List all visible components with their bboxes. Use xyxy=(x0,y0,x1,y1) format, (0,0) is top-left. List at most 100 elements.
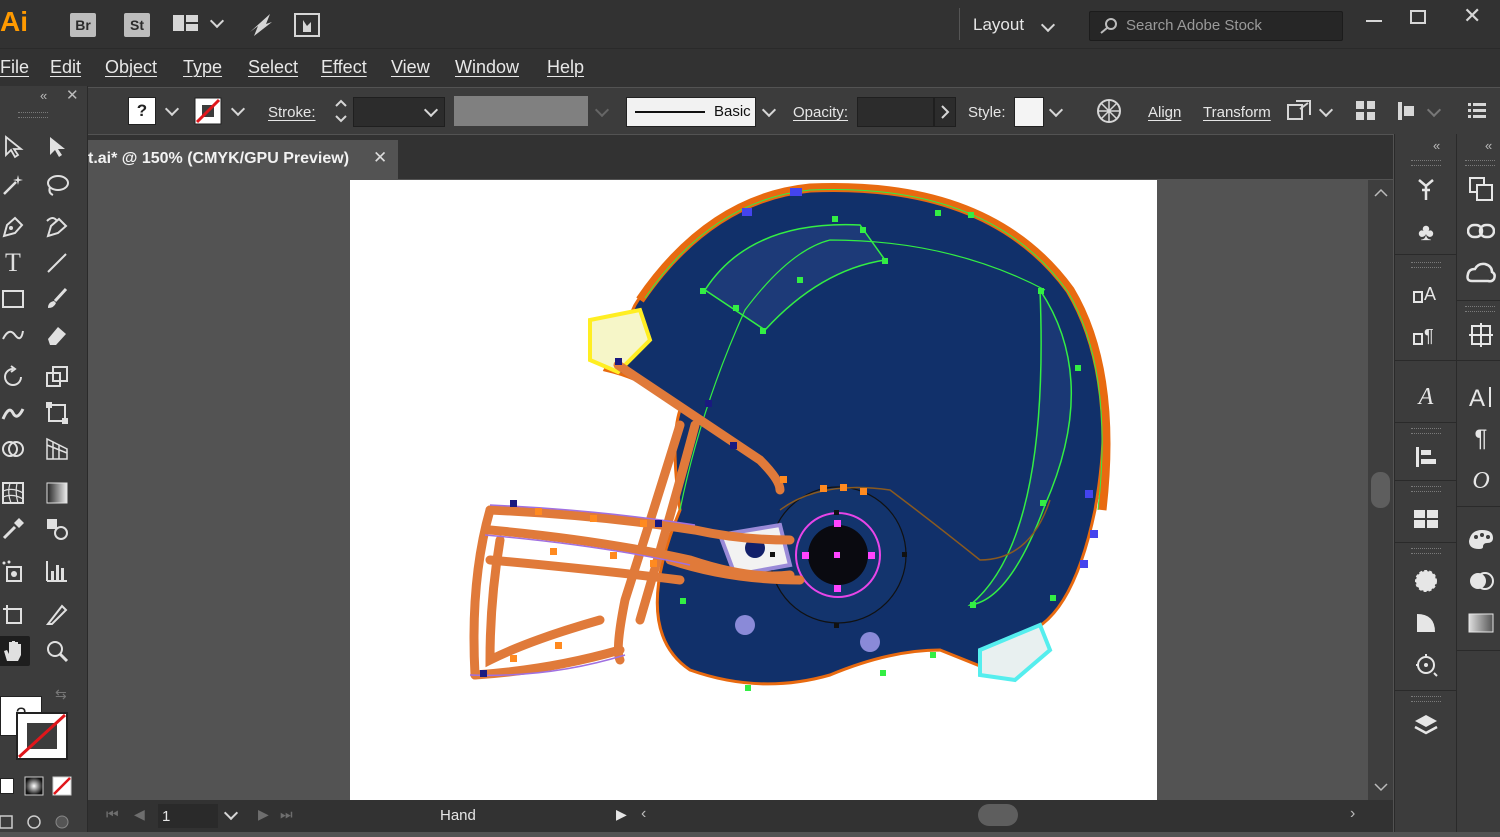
share-export-icon[interactable] xyxy=(293,12,321,43)
opacity-slider-toggle[interactable] xyxy=(934,97,956,127)
pen-tool-icon[interactable] xyxy=(0,212,30,242)
links-icon[interactable] xyxy=(1461,214,1500,248)
stroke-color-box[interactable] xyxy=(16,712,70,767)
graphic-style-swatch[interactable] xyxy=(1014,97,1044,127)
close-panel-icon[interactable]: ✕ xyxy=(66,86,79,104)
artboard[interactable] xyxy=(350,180,1157,800)
transparency-icon[interactable] xyxy=(1406,606,1446,640)
expand-panels-icon[interactable]: « xyxy=(1485,138,1492,153)
hand-tool-icon[interactable] xyxy=(0,636,30,666)
scroll-right-icon[interactable]: › xyxy=(1350,805,1355,823)
scale-tool-icon[interactable] xyxy=(40,362,74,392)
paintbrush-tool-icon[interactable] xyxy=(40,284,74,314)
magic-wand-tool-icon[interactable] xyxy=(0,170,30,200)
distribute-icon[interactable] xyxy=(1396,100,1418,127)
stroke-weight-stepper[interactable] xyxy=(333,96,349,126)
variable-width-profile[interactable] xyxy=(454,96,588,126)
chevron-down-icon[interactable] xyxy=(1318,102,1334,118)
menu-effect[interactable]: Effect xyxy=(321,57,367,78)
scroll-left-icon[interactable]: ‹ xyxy=(641,805,646,823)
type-tool-icon[interactable]: T xyxy=(0,248,30,278)
search-adobe-stock-input[interactable]: Search Adobe Stock xyxy=(1089,11,1343,41)
panel-menu-icon[interactable] xyxy=(1468,102,1486,123)
panel-grip[interactable] xyxy=(1411,486,1441,492)
scroll-down-icon[interactable] xyxy=(1374,782,1388,792)
zoom-tool-icon[interactable] xyxy=(40,636,74,666)
helmet-artwork[interactable] xyxy=(350,180,1157,800)
puppet-warp-icon[interactable] xyxy=(1406,172,1446,206)
chevron-down-icon[interactable] xyxy=(230,101,246,117)
chevron-down-icon[interactable] xyxy=(164,101,180,117)
workspace-switcher[interactable]: Layout xyxy=(973,15,1024,35)
gradient-panel-icon[interactable] xyxy=(1461,606,1500,640)
eraser-tool-icon[interactable] xyxy=(40,320,74,350)
color-icon[interactable] xyxy=(1461,564,1500,598)
horizontal-scroll-thumb[interactable] xyxy=(978,804,1018,826)
character-icon[interactable]: A xyxy=(1461,380,1500,414)
close-window-button[interactable]: ✕ xyxy=(1463,3,1481,29)
lasso-tool-icon[interactable] xyxy=(40,170,74,200)
perspective-grid-tool-icon[interactable] xyxy=(40,434,74,464)
column-graph-tool-icon[interactable] xyxy=(40,556,74,586)
fill-swatch[interactable]: ? xyxy=(128,97,156,125)
width-tool-icon[interactable] xyxy=(0,398,30,428)
menu-window[interactable]: Window xyxy=(455,57,519,78)
align-link[interactable]: Align xyxy=(1148,104,1181,121)
chevron-down-icon[interactable] xyxy=(1040,17,1056,33)
shape-builder-tool-icon[interactable] xyxy=(0,434,30,464)
curvature-tool-icon[interactable] xyxy=(40,212,74,242)
close-document-icon[interactable]: ✕ xyxy=(373,148,387,168)
vertical-scrollbar[interactable] xyxy=(1368,180,1393,800)
character-styles-icon[interactable]: A xyxy=(1406,276,1446,310)
arrange-documents-icon[interactable] xyxy=(172,13,200,40)
panel-grip[interactable] xyxy=(1465,306,1495,312)
panel-grip[interactable] xyxy=(1411,548,1441,554)
transform-panel-icon[interactable] xyxy=(1406,502,1446,536)
gradient-tool-icon[interactable] xyxy=(40,478,74,508)
none-mode-button[interactable] xyxy=(52,776,72,801)
cc-libraries-icon[interactable] xyxy=(1461,256,1500,290)
arrange-icon[interactable] xyxy=(1355,100,1377,127)
gradient-mode-button[interactable] xyxy=(24,776,44,801)
slice-tool-icon[interactable] xyxy=(40,600,74,630)
chevron-down-icon[interactable] xyxy=(223,805,239,821)
stroke-label[interactable]: Stroke: xyxy=(268,104,316,121)
gpu-performance-icon[interactable] xyxy=(246,10,274,43)
chevron-down-icon[interactable] xyxy=(209,13,225,29)
stock-button[interactable]: St xyxy=(124,13,150,37)
menu-edit[interactable]: Edit xyxy=(50,57,81,78)
chevron-down-icon[interactable] xyxy=(1048,102,1064,118)
symbols-icon[interactable]: ♣ xyxy=(1406,216,1446,250)
blend-tool-icon[interactable] xyxy=(40,514,74,544)
layers-icon[interactable] xyxy=(1406,708,1446,742)
menu-view[interactable]: View xyxy=(391,57,430,78)
artboard-tool-icon[interactable] xyxy=(0,600,30,630)
status-menu-icon[interactable]: ▶ xyxy=(616,806,627,823)
rotate-tool-icon[interactable] xyxy=(0,362,30,392)
artboards-icon[interactable] xyxy=(1461,172,1500,206)
chevron-down-icon[interactable] xyxy=(761,102,777,118)
selection-tool-icon[interactable] xyxy=(0,132,30,162)
mesh-tool-icon[interactable] xyxy=(0,478,30,508)
direct-selection-tool-icon[interactable] xyxy=(40,132,74,162)
color-mode-button[interactable] xyxy=(0,778,14,794)
menu-object[interactable]: Object xyxy=(105,57,157,78)
transform-link[interactable]: Transform xyxy=(1203,104,1271,121)
free-transform-tool-icon[interactable] xyxy=(40,398,74,428)
transform-icon[interactable] xyxy=(1461,318,1500,352)
isolate-object-icon[interactable] xyxy=(1286,99,1312,128)
line-segment-tool-icon[interactable] xyxy=(40,248,74,278)
recolor-artwork-icon[interactable] xyxy=(1096,98,1122,129)
collapse-panel-icon[interactable]: « xyxy=(40,88,47,103)
glyphs-icon[interactable]: O xyxy=(1461,464,1500,498)
brush-definition[interactable]: Basic xyxy=(626,97,756,127)
opacity-field[interactable] xyxy=(857,97,934,127)
menu-select[interactable]: Select xyxy=(248,57,298,78)
artboard-number-field[interactable]: 1 xyxy=(158,804,218,828)
menu-help[interactable]: Help xyxy=(547,57,584,78)
bridge-button[interactable]: Br xyxy=(70,13,96,37)
panel-grip[interactable] xyxy=(18,112,48,118)
image-trace-icon[interactable] xyxy=(1406,648,1446,682)
paragraph-icon[interactable]: ¶ xyxy=(1461,422,1500,456)
scroll-up-icon[interactable] xyxy=(1374,188,1388,198)
